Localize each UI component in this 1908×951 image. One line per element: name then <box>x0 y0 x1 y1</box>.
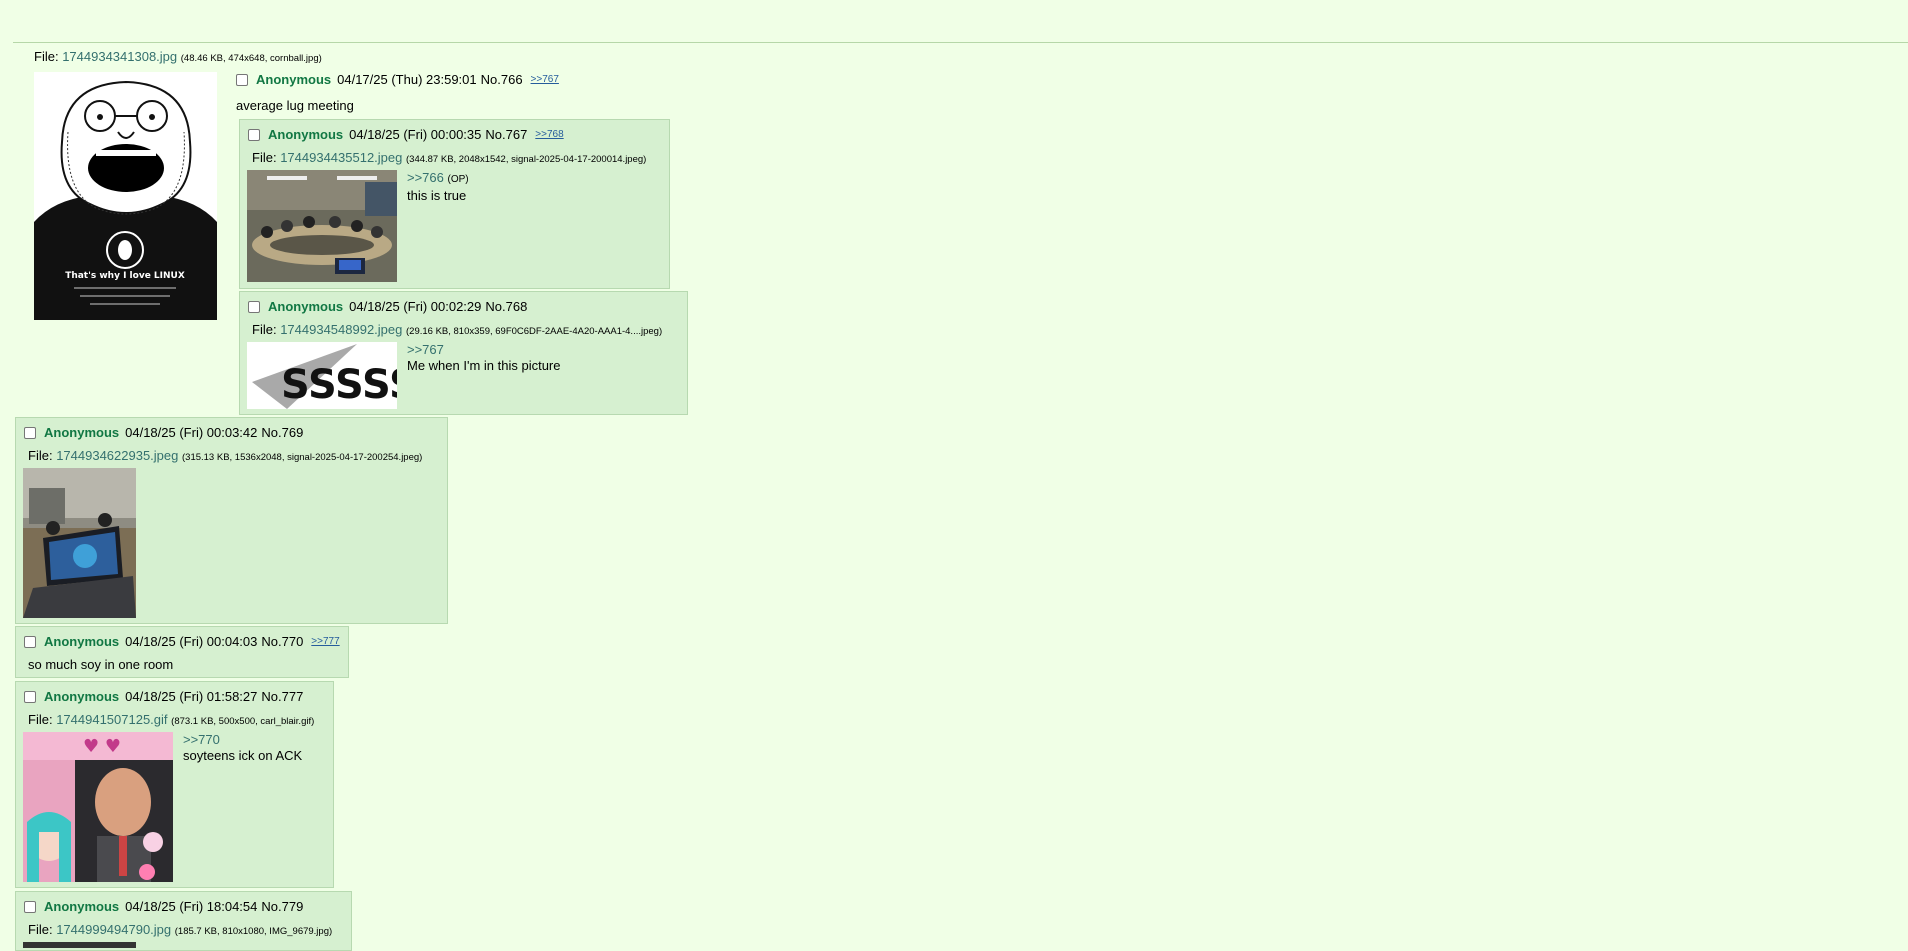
thumbnail[interactable] <box>247 170 397 282</box>
file-info: File: 1744934435512.jpeg (344.87 KB, 204… <box>252 150 646 165</box>
post-select-checkbox[interactable] <box>236 73 248 86</box>
post-datetime: 04/18/25 (Fri) 01:58:27 <box>125 689 258 704</box>
poster-name: Anonymous <box>44 689 120 704</box>
post-number[interactable]: No.770 <box>261 634 303 649</box>
post-datetime: 04/17/25 (Thu) 23:59:01 <box>337 72 477 87</box>
quote-link[interactable]: >>770 <box>183 732 220 747</box>
soyjak-image: That's why I love LINUX <box>34 72 217 320</box>
post-select-checkbox[interactable] <box>24 690 36 703</box>
backlink[interactable]: >>777 <box>311 636 339 647</box>
post-header: Anonymous 04/18/25 (Fri) 00:00:35 No.767… <box>248 127 564 142</box>
post-message: >>767 Me when I'm in this picture <box>407 342 561 374</box>
post-datetime: 04/18/25 (Fri) 00:00:35 <box>349 127 482 142</box>
thumbnail[interactable] <box>23 468 136 618</box>
message-text: Me when I'm in this picture <box>407 358 561 373</box>
post-message: >>770 soyteens ick on ACK <box>183 732 302 764</box>
backlink[interactable]: >>767 <box>531 74 559 85</box>
file-label: File: <box>252 322 277 337</box>
post-select-checkbox[interactable] <box>24 635 36 648</box>
op-file-link[interactable]: 1744934341308.jpg <box>62 49 177 64</box>
post-number[interactable]: No.766 <box>481 72 523 87</box>
message-text: so much soy in one room <box>28 657 174 672</box>
file-info: File: 1744941507125.gif (873.1 KB, 500x5… <box>28 712 314 727</box>
file-label: File: <box>28 922 53 937</box>
thumbnail[interactable]: SSSSS <box>247 342 397 409</box>
quote-link[interactable]: >>767 <box>407 342 444 357</box>
reply-post-769: Anonymous 04/18/25 (Fri) 00:03:42 No.769… <box>15 417 448 624</box>
file-label: File: <box>252 150 277 165</box>
backlink[interactable]: >>768 <box>535 129 563 140</box>
file-meta: (315.13 KB, 1536x2048, signal-2025-04-17… <box>182 452 423 463</box>
post-number[interactable]: No.779 <box>261 899 303 914</box>
top-divider <box>13 42 1908 43</box>
poster-name: Anonymous <box>256 72 332 87</box>
svg-text:♥ ♥: ♥ ♥ <box>83 736 121 757</box>
file-info: File: 1744934622935.jpeg (315.13 KB, 153… <box>28 448 422 463</box>
post-datetime: 04/18/25 (Fri) 00:04:03 <box>125 634 258 649</box>
post-number[interactable]: No.767 <box>485 127 527 142</box>
file-meta: (344.87 KB, 2048x1542, signal-2025-04-17… <box>406 154 647 165</box>
post-number[interactable]: No.777 <box>261 689 303 704</box>
reply-post-777: Anonymous 04/18/25 (Fri) 01:58:27 No.777… <box>15 681 334 888</box>
post-datetime: 04/18/25 (Fri) 00:03:42 <box>125 425 258 440</box>
file-meta: (185.7 KB, 810x1080, IMG_9679.jpg) <box>174 926 333 937</box>
file-link[interactable]: 1744934435512.jpeg <box>280 150 402 165</box>
op-file-meta: (48.46 KB, 474x648, cornball.jpg) <box>180 53 322 64</box>
poster-name: Anonymous <box>44 899 120 914</box>
message-text: soyteens ick on ACK <box>183 748 303 763</box>
reply-post-770: Anonymous 04/18/25 (Fri) 00:04:03 No.770… <box>15 626 349 678</box>
post-number[interactable]: No.769 <box>261 425 303 440</box>
file-label: File: <box>28 448 53 463</box>
poster-name: Anonymous <box>44 425 120 440</box>
op-file-info: File: 1744934341308.jpg (48.46 KB, 474x6… <box>34 49 322 64</box>
file-link[interactable]: 1744934548992.jpeg <box>280 322 402 337</box>
post-message: >>766 (OP) this is true <box>407 170 469 204</box>
file-meta: (873.1 KB, 500x500, carl_blair.gif) <box>171 716 315 727</box>
thumbnail[interactable]: ♥ ♥ <box>23 732 173 882</box>
file-info: File: 1744999494790.jpg (185.7 KB, 810x1… <box>28 922 332 937</box>
file-label: File: <box>34 49 59 64</box>
reply-post-779: Anonymous 04/18/25 (Fri) 18:04:54 No.779… <box>15 891 352 951</box>
file-label: File: <box>28 712 53 727</box>
post-header: Anonymous 04/18/25 (Fri) 00:04:03 No.770… <box>24 634 340 649</box>
quote-link[interactable]: >>766 <box>407 170 444 185</box>
post-select-checkbox[interactable] <box>248 128 260 141</box>
post-number[interactable]: No.768 <box>485 299 527 314</box>
post-header: Anonymous 04/18/25 (Fri) 00:02:29 No.768 <box>248 299 535 314</box>
file-meta: (29.16 KB, 810x359, 69F0C6DF-2AAE-4A20-A… <box>406 326 663 337</box>
post-datetime: 04/18/25 (Fri) 00:02:29 <box>349 299 482 314</box>
sssss-image: SSSSS <box>247 342 397 409</box>
post-datetime: 04/18/25 (Fri) 18:04:54 <box>125 899 258 914</box>
file-info: File: 1744934548992.jpeg (29.16 KB, 810x… <box>252 322 662 337</box>
svg-text:SSSSS: SSSSS <box>281 362 397 408</box>
shirt-text: That's why I love LINUX <box>65 271 185 281</box>
message-text: this is true <box>407 188 467 203</box>
post-header: Anonymous 04/18/25 (Fri) 01:58:27 No.777 <box>24 689 311 704</box>
file-link[interactable]: 1744941507125.gif <box>56 712 167 727</box>
laptop-photo <box>23 468 136 618</box>
reply-post-768: Anonymous 04/18/25 (Fri) 00:02:29 No.768… <box>239 291 688 415</box>
op-post-header: Anonymous 04/17/25 (Thu) 23:59:01 No.766… <box>236 72 559 87</box>
file-link[interactable]: 1744934622935.jpeg <box>56 448 178 463</box>
op-message: average lug meeting <box>236 98 354 113</box>
reply-post-767: Anonymous 04/18/25 (Fri) 00:00:35 No.767… <box>239 119 670 289</box>
post-select-checkbox[interactable] <box>248 300 260 313</box>
post-header: Anonymous 04/18/25 (Fri) 00:03:42 No.769 <box>24 425 311 440</box>
post-select-checkbox[interactable] <box>24 900 36 913</box>
meeting-room-photo <box>247 170 397 282</box>
poster-name: Anonymous <box>268 299 344 314</box>
post-select-checkbox[interactable] <box>24 426 36 439</box>
carl-blair-collage: ♥ ♥ <box>23 732 173 882</box>
poster-name: Anonymous <box>44 634 120 649</box>
post-header: Anonymous 04/18/25 (Fri) 18:04:54 No.779 <box>24 899 311 914</box>
op-marker: (OP) <box>447 174 469 185</box>
poster-name: Anonymous <box>268 127 344 142</box>
op-thumbnail[interactable]: That's why I love LINUX <box>34 72 217 320</box>
file-link[interactable]: 1744999494790.jpg <box>56 922 171 937</box>
